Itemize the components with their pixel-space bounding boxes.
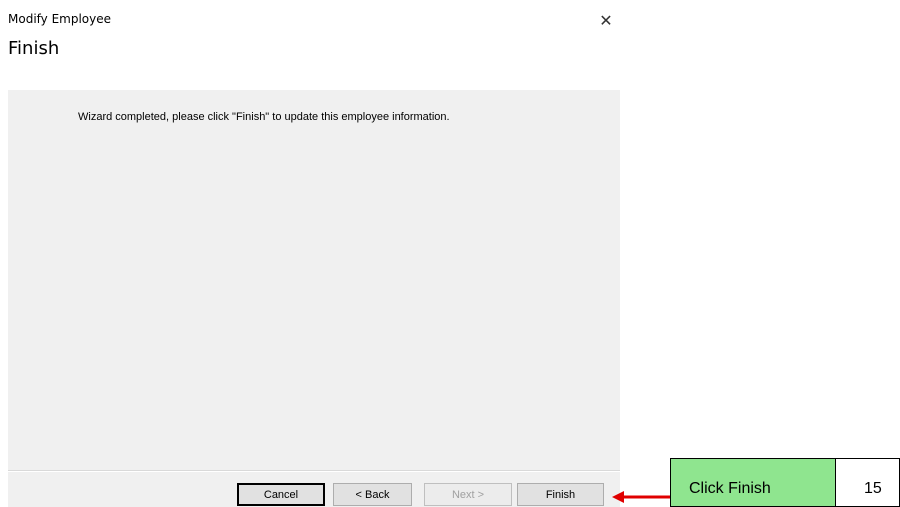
close-button[interactable]: ✕ xyxy=(592,8,620,34)
callout-label: Click Finish xyxy=(689,480,771,497)
close-icon: ✕ xyxy=(599,13,613,30)
footer-divider-highlight xyxy=(8,471,620,472)
cancel-button[interactable]: Cancel xyxy=(237,483,325,506)
wizard-content: Wizard completed, please click "Finish" … xyxy=(8,90,620,470)
page-title: Finish xyxy=(8,38,60,59)
instruction-callout: Click Finish xyxy=(670,458,836,507)
next-button[interactable]: Next > xyxy=(424,483,512,506)
step-number: 15 xyxy=(864,480,882,497)
modify-employee-dialog: Modify Employee ✕ Finish Wizard complete… xyxy=(8,8,620,507)
finish-button[interactable]: Finish xyxy=(517,483,604,506)
step-number-box: 15 xyxy=(836,458,900,507)
completion-message: Wizard completed, please click "Finish" … xyxy=(78,111,450,123)
wizard-header: Finish xyxy=(8,34,620,90)
title-bar: Modify Employee ✕ xyxy=(8,8,620,34)
back-button[interactable]: < Back xyxy=(333,483,412,506)
window-title: Modify Employee xyxy=(8,12,112,26)
left-arrow-icon xyxy=(612,491,670,503)
